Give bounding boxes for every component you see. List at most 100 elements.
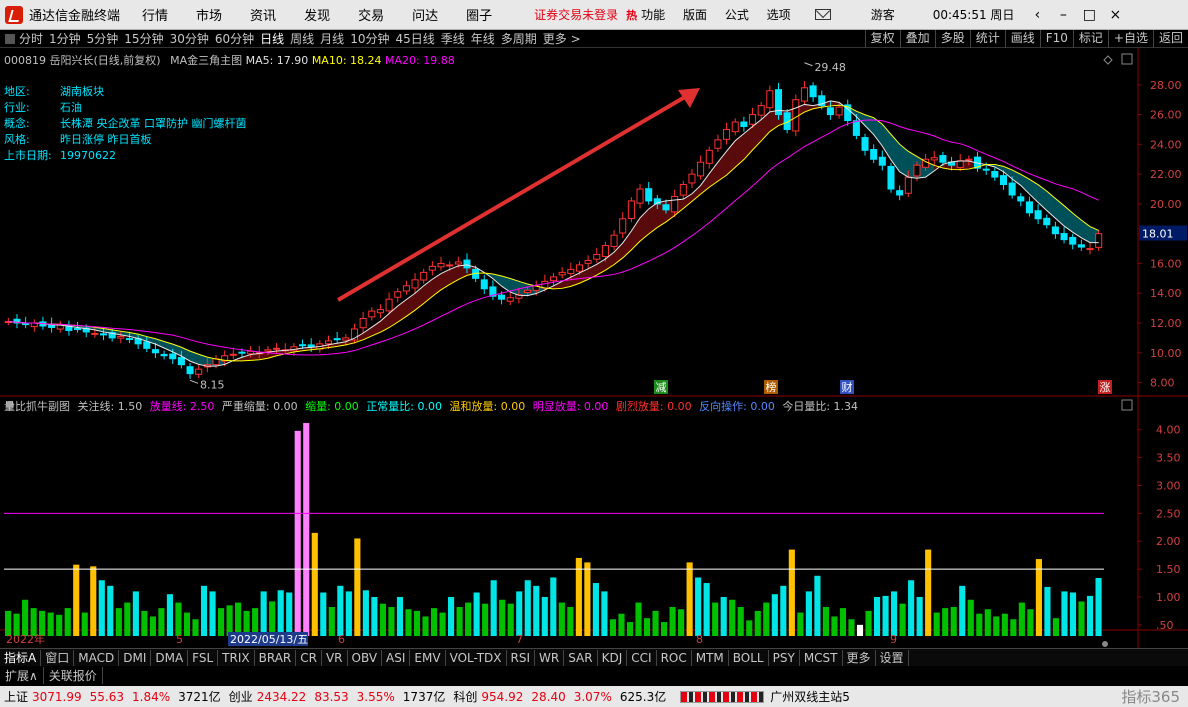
indicator-tab[interactable]: 窗口 [41,649,75,666]
candle-up[interactable] [558,271,566,276]
candle-down[interactable] [74,328,82,331]
candle-down[interactable] [1025,201,1033,214]
candle-down[interactable] [991,171,999,178]
candle-up[interactable] [723,128,731,140]
candle-up[interactable] [402,285,410,292]
candle-down[interactable] [1060,233,1068,241]
candle-down[interactable] [299,344,307,347]
candle-up[interactable] [757,105,765,116]
candle-down[interactable] [480,279,488,290]
candle-up[interactable] [679,184,687,196]
candle-up[interactable] [584,259,592,264]
server-name[interactable]: 广州双线主站5 [770,688,850,705]
candle-down[interactable] [169,353,177,360]
indicator-tab[interactable]: RSI [507,649,536,666]
period-45day[interactable]: 45日线 [395,30,434,47]
related-quote-button[interactable]: 关联报价 [44,667,103,684]
candle-down[interactable] [645,188,653,202]
candle-down[interactable] [1034,210,1042,220]
period-5min[interactable]: 5分钟 [87,30,119,47]
indicator-tab[interactable]: ASI [382,649,411,666]
indicator-tab[interactable]: SAR [564,649,598,666]
candle-up[interactable] [117,335,125,339]
candle-up[interactable] [264,349,272,352]
candle-up[interactable] [376,309,384,314]
indicator-tab[interactable]: WR [535,649,565,666]
candle-down[interactable] [99,333,108,336]
mark-button[interactable]: 标记 [1072,30,1108,48]
indicator-tab[interactable]: FSL [188,649,219,666]
indicator-tab[interactable]: MCST [800,649,843,666]
candle-up[interactable] [627,200,635,220]
candle-up[interactable] [195,368,203,375]
candle-up[interactable] [671,195,679,213]
candle-down[interactable] [1077,244,1085,248]
candle-down[interactable] [22,323,30,326]
indicator-tab[interactable]: EMV [410,649,446,666]
f10-button[interactable]: F10 [1039,30,1073,48]
indicator-tab[interactable]: ROC [657,649,692,666]
candle-down[interactable] [870,149,878,160]
candle-down[interactable] [887,165,895,190]
candle-down[interactable] [982,168,990,171]
period-tick[interactable]: 分时 [19,30,43,47]
candle-down[interactable] [999,175,1008,186]
candle-down[interactable] [852,120,860,136]
candle-up[interactable] [800,87,808,102]
indicator-tab[interactable]: 更多 [843,649,876,666]
candle-up[interactable] [610,234,618,247]
add-watchlist-button[interactable]: +自选 [1107,30,1153,48]
candle-up[interactable] [593,254,601,260]
panel-toggle-icon[interactable] [5,33,15,44]
indicator-tab[interactable]: DMI [119,649,152,666]
candle-up[interactable] [454,261,462,265]
candle-down[interactable] [177,357,185,366]
candle-up[interactable] [524,289,532,293]
period-day[interactable]: 日线 [260,30,284,47]
tool-layout[interactable]: 版面 [683,8,707,22]
candle-down[interactable] [151,349,159,354]
candle-up[interactable] [835,106,843,116]
candle-up[interactable] [549,276,558,282]
draw-line-button[interactable]: 画线 [1004,30,1040,48]
indicator-tab[interactable]: PSY [769,649,800,666]
candle-up[interactable] [446,264,454,267]
indicator-tab[interactable]: TRIX [218,649,255,666]
period-more[interactable]: 更多 > [543,30,581,47]
candle-down[interactable] [186,366,194,375]
candle-up[interactable] [437,262,445,268]
candle-up[interactable] [411,279,419,289]
user-guest[interactable]: 游客 [871,6,895,23]
cy-index-label[interactable]: 创业 [229,688,253,705]
restore-rights-button[interactable]: 复权 [864,30,900,48]
candle-up[interactable] [792,99,800,132]
candle-up[interactable] [575,264,583,272]
indicator-tab[interactable]: DMA [151,649,189,666]
candle-up[interactable] [394,291,402,298]
menu-item-circle[interactable]: 圈子 [466,5,492,24]
candle-down[interactable] [125,338,134,341]
menu-item-ask[interactable]: 问达 [412,5,438,24]
multi-stock-button[interactable]: 多股 [934,30,970,48]
candle-up[interactable] [428,265,436,271]
period-week[interactable]: 周线 [290,30,314,47]
kc-index-label[interactable]: 科创 [453,688,477,705]
indicator-tab[interactable]: 设置 [876,649,909,666]
candle-down[interactable] [662,204,670,211]
candle-up[interactable] [697,161,705,177]
indicator-tab[interactable]: VR [322,649,348,666]
pane-maximize-icon[interactable] [1121,53,1133,65]
candle-down[interactable] [1043,217,1051,226]
candle-down[interactable] [1069,236,1077,245]
back-icon[interactable]: ‹ [1024,7,1050,23]
menu-item-discover[interactable]: 发现 [304,5,330,24]
period-15min[interactable]: 15分钟 [124,30,163,47]
stats-button[interactable]: 统计 [969,30,1005,48]
candle-up[interactable] [420,271,428,281]
candle-up[interactable] [385,298,393,312]
back-button[interactable]: 返回 [1152,30,1188,48]
indicator-tab[interactable]: MTM [692,649,729,666]
indicator-tab[interactable]: KDJ [598,649,628,666]
candle-up[interactable] [342,337,350,341]
period-10min[interactable]: 10分钟 [350,30,389,47]
